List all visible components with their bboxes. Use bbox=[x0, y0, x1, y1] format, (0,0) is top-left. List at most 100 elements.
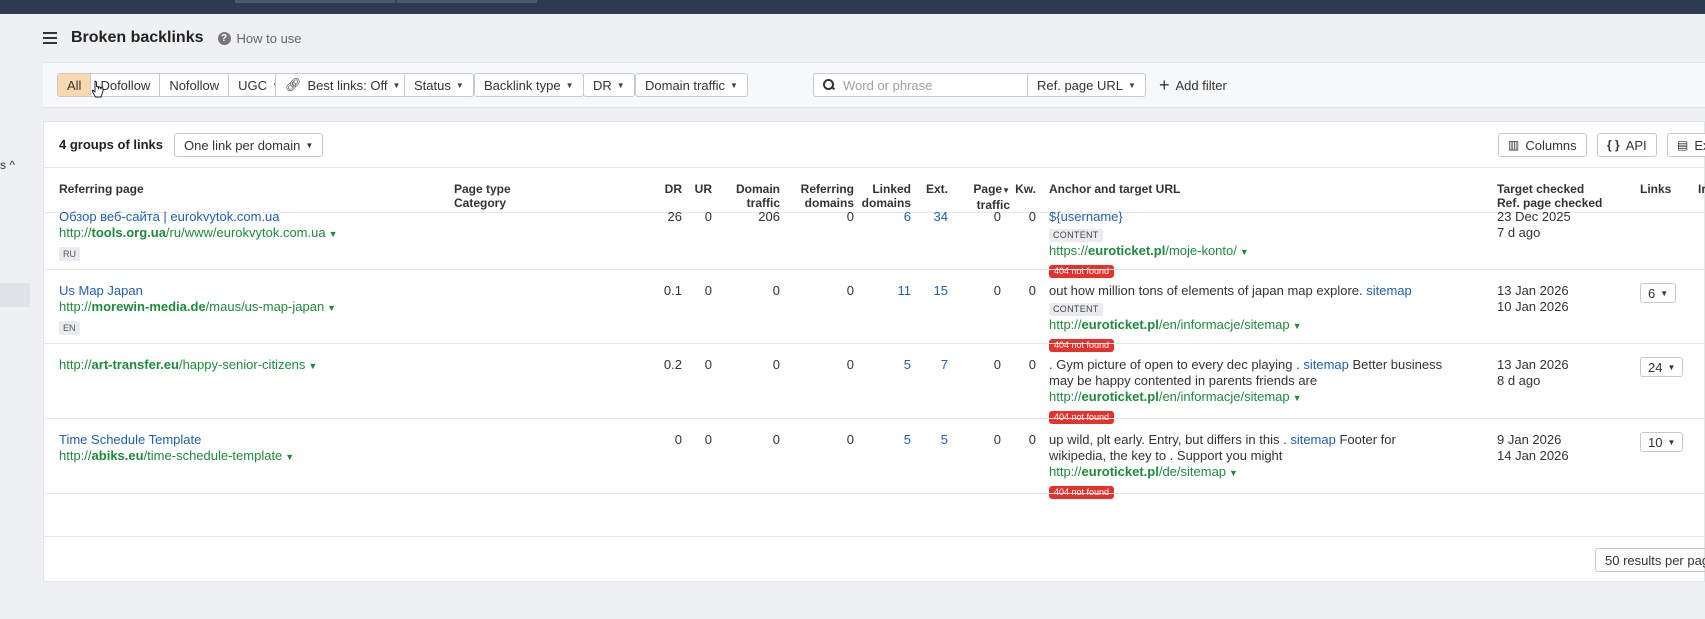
segment-all[interactable]: All bbox=[58, 74, 92, 96]
backlink-type-filter[interactable]: Backlink type ▼ bbox=[474, 73, 584, 97]
referring-page-url[interactable]: http://abiks.eu/time-schedule-template ▼ bbox=[59, 448, 439, 465]
dates-cell: 9 Jan 2026 14 Jan 2026 bbox=[1497, 432, 1627, 464]
anchor-link[interactable]: sitemap bbox=[1366, 283, 1412, 298]
columns-icon: ▥ bbox=[1508, 138, 1520, 152]
how-to-use-link[interactable]: ? How to use bbox=[217, 31, 302, 46]
referring-page-title[interactable]: Time Schedule Template bbox=[59, 432, 439, 448]
anchor-link[interactable]: sitemap bbox=[1303, 357, 1349, 372]
links-dropdown[interactable]: 24 ▼ bbox=[1640, 357, 1684, 377]
ref-page-url-filter[interactable]: Ref. page URL ▼ bbox=[1027, 73, 1146, 97]
dates-cell: 13 Jan 2026 8 d ago bbox=[1497, 357, 1627, 389]
col-referring-domains[interactable]: Referring domains bbox=[786, 182, 854, 210]
ref-checked-date: 8 d ago bbox=[1497, 373, 1541, 388]
referring-page-cell: Time Schedule Template http://abiks.eu/ti… bbox=[59, 432, 439, 465]
chevron-down-icon: ▼ bbox=[565, 80, 574, 90]
sidebar-selected-item[interactable] bbox=[0, 283, 30, 307]
anchor-link[interactable]: ${username} bbox=[1049, 209, 1123, 224]
col-links[interactable]: Links bbox=[1640, 182, 1671, 196]
cell-ref-domains: 0 bbox=[846, 432, 854, 447]
dr-filter[interactable]: DR ▼ bbox=[583, 73, 635, 97]
export-button[interactable]: ▤ Ex bbox=[1667, 133, 1705, 157]
cell-page-traffic: 0 bbox=[993, 432, 1001, 447]
chevron-down-icon: ▼ bbox=[1128, 80, 1136, 90]
col-ext[interactable]: Ext. bbox=[918, 182, 948, 196]
language-badge: RU bbox=[59, 247, 80, 261]
cell-ext[interactable]: 15 bbox=[918, 283, 948, 299]
target-url[interactable]: http://euroticket.pl/de/sitemap ▼ bbox=[1049, 464, 1454, 481]
chevron-down-icon[interactable]: ▼ bbox=[1240, 247, 1249, 257]
cell-linked-domains[interactable]: 6 bbox=[859, 209, 911, 225]
col-category-label: Category bbox=[454, 196, 507, 210]
api-label: API bbox=[1625, 137, 1647, 153]
status-badge-wrap: 404 not found bbox=[1049, 262, 1454, 278]
cell-ref-domains: 0 bbox=[846, 357, 854, 372]
ref-checked-date: 10 Jan 2026 bbox=[1497, 299, 1569, 314]
chevron-down-icon[interactable]: ▼ bbox=[327, 303, 336, 313]
col-dates[interactable]: Target checked Ref. page checked bbox=[1497, 182, 1602, 210]
search-input[interactable] bbox=[843, 77, 1013, 93]
referring-page-title[interactable]: Обзор веб-сайта | eurokvytok.com.ua bbox=[59, 209, 439, 225]
col-page-traffic[interactable]: Page▼ traffic bbox=[954, 182, 1010, 212]
chevron-down-icon[interactable]: ▼ bbox=[285, 452, 294, 462]
top-bar bbox=[0, 0, 1705, 14]
col-linked-domains-label: domains bbox=[861, 196, 911, 210]
col-dr[interactable]: DR bbox=[664, 182, 682, 196]
col-anchor-target[interactable]: Anchor and target URL bbox=[1049, 182, 1180, 196]
chevron-down-icon[interactable]: ▼ bbox=[1293, 393, 1302, 403]
columns-button[interactable]: ▥ Columns bbox=[1498, 133, 1587, 157]
referring-page-url[interactable]: http://art-transfer.eu/happy-senior-citi… bbox=[59, 357, 439, 374]
links-dropdown[interactable]: 6 ▼ bbox=[1640, 283, 1677, 303]
sidebar-collapsed-item[interactable]: s ^ bbox=[0, 158, 15, 172]
cell-ur: 0 bbox=[704, 283, 712, 298]
add-filter-button[interactable]: + Add filter bbox=[1159, 73, 1227, 97]
referring-page-cell: http://art-transfer.eu/happy-senior-citi… bbox=[59, 357, 439, 374]
per-page-select[interactable]: 50 results per pag bbox=[1595, 548, 1705, 572]
export-label: Ex bbox=[1694, 137, 1705, 153]
chevron-down-icon[interactable]: ▼ bbox=[1293, 321, 1302, 331]
content-badge-wrap: CONTENT bbox=[1049, 226, 1454, 242]
chevron-down-icon[interactable]: ▼ bbox=[329, 229, 338, 239]
status-filter[interactable]: Status ▼ bbox=[404, 73, 474, 97]
chevron-down-icon[interactable]: ▼ bbox=[1229, 468, 1238, 478]
cell-linked-domains[interactable]: 11 bbox=[859, 283, 912, 299]
best-links-filter[interactable]: 🔗︎ Best links: Off ▼ bbox=[275, 73, 411, 97]
content-badge: CONTENT bbox=[1049, 303, 1103, 316]
target-url[interactable]: http://euroticket.pl/en/informacje/sitem… bbox=[1049, 389, 1454, 406]
target-url[interactable]: https://euroticket.pl/moje-konto/▼ bbox=[1049, 243, 1454, 260]
chevron-down-icon[interactable]: ▼ bbox=[308, 361, 317, 371]
target-url[interactable]: http://euroticket.pl/en/informacje/sitem… bbox=[1049, 317, 1454, 334]
col-domain-label: Domain bbox=[735, 182, 780, 196]
api-button[interactable]: { } API bbox=[1597, 133, 1657, 157]
cell-linked-domains[interactable]: 5 bbox=[859, 432, 911, 448]
left-sidebar bbox=[0, 14, 33, 619]
referring-page-title[interactable]: Us Map Japan bbox=[59, 283, 439, 299]
domain-traffic-filter[interactable]: Domain traffic ▼ bbox=[635, 73, 748, 97]
search-icon bbox=[823, 79, 835, 91]
referring-page-url[interactable]: http://morewin-media.de/maus/us-map-japa… bbox=[59, 299, 439, 316]
cell-ext[interactable]: 5 bbox=[918, 432, 948, 448]
anchor-link[interactable]: sitemap bbox=[1290, 432, 1336, 447]
cell-linked-domains[interactable]: 5 bbox=[859, 357, 911, 373]
chevron-down-icon: ▼ bbox=[1667, 362, 1676, 372]
col-traffic-label: traffic bbox=[746, 196, 780, 210]
status-badge-wrap: 404 not found bbox=[1049, 483, 1454, 499]
links-dropdown[interactable]: 10 ▼ bbox=[1640, 432, 1684, 452]
col-extra[interactable]: Ir bbox=[1698, 182, 1705, 196]
col-page-type[interactable]: Page type Category bbox=[454, 182, 511, 210]
cell-ext[interactable]: 7 bbox=[918, 357, 948, 373]
referring-page-url[interactable]: http://tools.org.ua/ru/www/eurokvytok.co… bbox=[59, 225, 439, 242]
segment-nofollow[interactable]: Nofollow bbox=[160, 74, 230, 96]
col-domain-traffic[interactable]: Domain traffic bbox=[720, 182, 780, 210]
grouping-select[interactable]: One link per domain ▼ bbox=[174, 133, 324, 157]
chevron-down-icon: ▼ bbox=[455, 80, 464, 90]
col-kw[interactable]: Kw. bbox=[1012, 182, 1036, 196]
cell-ext[interactable]: 34 bbox=[918, 209, 948, 225]
referring-page-url-domain: morewin-media.de bbox=[91, 299, 206, 314]
col-ur[interactable]: UR bbox=[690, 182, 712, 196]
target-url-domain: euroticket.pl bbox=[1081, 464, 1159, 479]
cell-kw: 0 bbox=[1028, 283, 1036, 298]
pagination-bar: 50 results per pag bbox=[44, 536, 1705, 581]
menu-icon[interactable] bbox=[43, 32, 57, 44]
col-linked-domains[interactable]: Linked domains bbox=[859, 182, 911, 210]
col-referring-page[interactable]: Referring page bbox=[59, 182, 144, 196]
